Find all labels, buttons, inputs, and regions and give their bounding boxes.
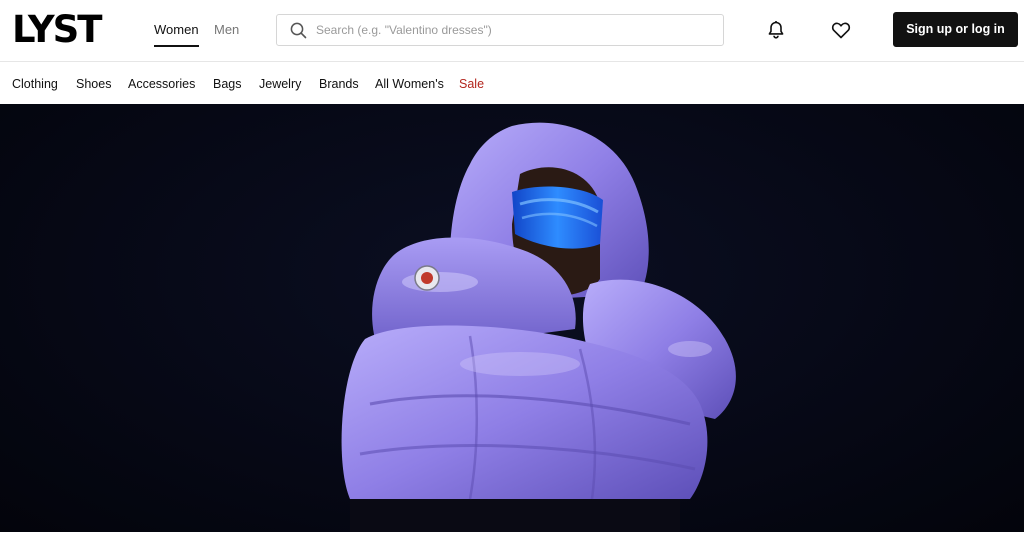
category-sale[interactable]: Sale xyxy=(459,76,484,92)
tab-men[interactable]: Men xyxy=(214,22,239,38)
notifications-button[interactable] xyxy=(765,19,787,41)
search-icon xyxy=(290,22,307,39)
bell-icon xyxy=(768,21,784,39)
category-bags[interactable]: Bags xyxy=(213,76,242,92)
hero-banner[interactable] xyxy=(0,104,1024,532)
wishlist-button[interactable] xyxy=(830,19,852,41)
search-bar[interactable] xyxy=(276,14,724,46)
signin-button[interactable]: Sign up or log in xyxy=(893,12,1018,47)
tab-men-label: Men xyxy=(214,22,240,37)
search-input[interactable] xyxy=(316,16,716,44)
active-tab-underline xyxy=(154,45,199,47)
lyst-logo[interactable]: LYST xyxy=(12,10,102,50)
category-clothing[interactable]: Clothing xyxy=(12,76,58,92)
category-brands[interactable]: Brands xyxy=(319,76,359,92)
site-header: LYST Women Men Sign up or log in xyxy=(0,0,1024,62)
category-nav: Clothing Shoes Accessories Bags Jewelry … xyxy=(0,62,1024,104)
tab-women-label: Women xyxy=(154,22,199,37)
hero-image xyxy=(341,122,736,532)
category-accessories[interactable]: Accessories xyxy=(128,76,195,92)
tab-women[interactable]: Women xyxy=(154,22,199,47)
category-jewelry[interactable]: Jewelry xyxy=(259,76,301,92)
heart-icon xyxy=(831,22,851,39)
category-all-womens[interactable]: All Women's xyxy=(375,76,444,92)
category-shoes[interactable]: Shoes xyxy=(76,76,111,92)
